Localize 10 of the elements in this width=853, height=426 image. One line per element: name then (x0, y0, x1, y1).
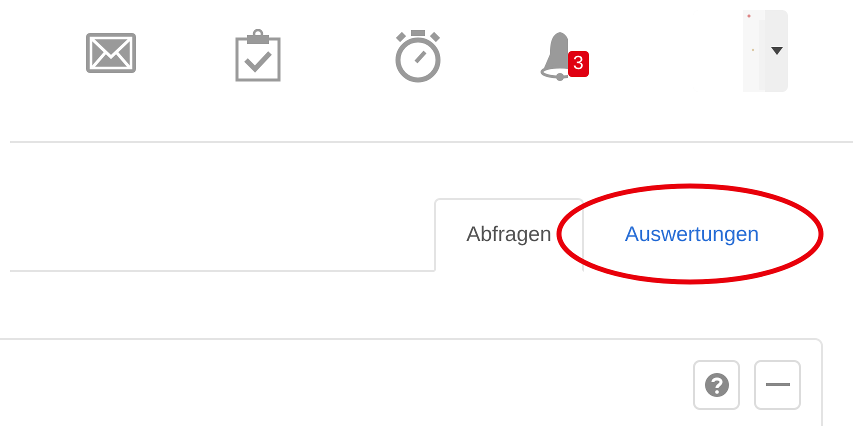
notification-badge: 3 (568, 51, 589, 77)
collapse-button[interactable] (754, 360, 801, 410)
mail-icon[interactable] (84, 31, 138, 75)
caret-icon[interactable] (771, 47, 783, 55)
clipboard-check-icon[interactable] (234, 29, 282, 82)
bell-icon[interactable] (538, 30, 568, 82)
minus-icon (766, 383, 790, 387)
help-button[interactable] (693, 360, 740, 410)
tab[interactable]: Abfragen (434, 198, 584, 272)
help-icon (704, 373, 728, 397)
